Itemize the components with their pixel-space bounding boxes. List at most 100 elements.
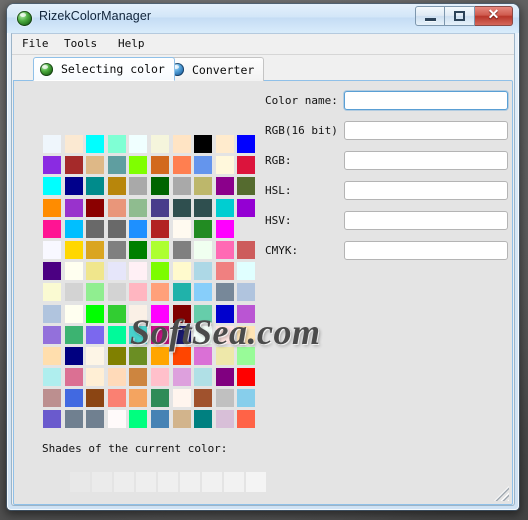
color-swatch[interactable] xyxy=(86,346,105,365)
color-swatch[interactable] xyxy=(107,368,126,387)
color-swatch[interactable] xyxy=(86,368,105,387)
color-swatch[interactable] xyxy=(107,410,126,429)
color-swatch[interactable] xyxy=(215,240,234,259)
color-swatch[interactable] xyxy=(237,346,256,365)
window-titlebar[interactable]: RizekColorManager ✕ xyxy=(7,4,519,33)
color-swatch[interactable] xyxy=(86,389,105,408)
color-swatch[interactable] xyxy=(129,156,148,175)
color-swatch[interactable] xyxy=(150,240,169,259)
color-swatch[interactable] xyxy=(107,346,126,365)
color-swatch[interactable] xyxy=(172,262,191,281)
color-swatch[interactable] xyxy=(215,410,234,429)
color-swatch[interactable] xyxy=(194,283,213,302)
color-swatch[interactable] xyxy=(150,283,169,302)
color-swatch[interactable] xyxy=(215,219,234,238)
color-swatch[interactable] xyxy=(107,304,126,323)
color-swatch[interactable] xyxy=(86,240,105,259)
color-swatch[interactable] xyxy=(215,368,234,387)
color-swatch[interactable] xyxy=(172,198,191,217)
color-swatch[interactable] xyxy=(215,177,234,196)
color-swatch[interactable] xyxy=(86,198,105,217)
color-swatch[interactable] xyxy=(150,346,169,365)
color-swatch[interactable] xyxy=(43,346,61,365)
menu-item-help[interactable]: Help xyxy=(113,36,150,52)
color-swatch[interactable] xyxy=(237,325,256,344)
tab-selecting-color[interactable]: Selecting color xyxy=(33,57,175,81)
color-swatch[interactable] xyxy=(194,262,213,281)
color-swatch[interactable] xyxy=(64,325,83,344)
color-swatch[interactable] xyxy=(43,283,61,302)
color-swatch[interactable] xyxy=(64,198,83,217)
color-swatch[interactable] xyxy=(107,325,126,344)
color-swatch[interactable] xyxy=(237,283,256,302)
color-swatch[interactable] xyxy=(129,346,148,365)
shade-swatch[interactable] xyxy=(202,472,222,492)
color-swatch[interactable] xyxy=(172,368,191,387)
color-swatch[interactable] xyxy=(129,135,148,153)
rgb16-input[interactable] xyxy=(344,121,508,140)
color-swatch[interactable] xyxy=(43,368,61,387)
color-swatch[interactable] xyxy=(64,219,83,238)
resize-grip[interactable] xyxy=(494,486,509,501)
color-swatch[interactable] xyxy=(172,283,191,302)
close-button[interactable]: ✕ xyxy=(475,6,513,26)
color-swatch[interactable] xyxy=(129,198,148,217)
color-swatch[interactable] xyxy=(215,198,234,217)
color-swatch[interactable] xyxy=(150,325,169,344)
color-swatch[interactable] xyxy=(43,240,61,259)
color-swatch[interactable] xyxy=(150,219,169,238)
color-swatch[interactable] xyxy=(237,304,256,323)
color-swatch[interactable] xyxy=(107,219,126,238)
color-swatch[interactable] xyxy=(129,219,148,238)
color-swatch[interactable] xyxy=(237,389,256,408)
rgb-input[interactable] xyxy=(344,151,508,170)
menu-item-file[interactable]: File xyxy=(17,36,54,52)
color-swatch[interactable] xyxy=(86,219,105,238)
color-swatch[interactable] xyxy=(150,304,169,323)
color-swatch[interactable] xyxy=(215,389,234,408)
menu-item-tools[interactable]: Tools xyxy=(59,36,102,52)
color-swatch[interactable] xyxy=(237,240,256,259)
color-swatch[interactable] xyxy=(172,219,191,238)
color-swatch[interactable] xyxy=(107,283,126,302)
color-swatch[interactable] xyxy=(172,156,191,175)
color-swatch[interactable] xyxy=(129,177,148,196)
color-swatch[interactable] xyxy=(64,177,83,196)
color-swatch[interactable] xyxy=(194,219,213,238)
maximize-button[interactable] xyxy=(445,6,475,26)
color-swatch[interactable] xyxy=(43,262,61,281)
shade-swatch[interactable] xyxy=(92,472,112,492)
shade-swatch[interactable] xyxy=(158,472,178,492)
color-swatch[interactable] xyxy=(64,262,83,281)
color-swatch[interactable] xyxy=(129,262,148,281)
color-swatch[interactable] xyxy=(86,325,105,344)
color-swatch[interactable] xyxy=(150,389,169,408)
shade-swatch[interactable] xyxy=(114,472,134,492)
color-swatch[interactable] xyxy=(172,135,191,153)
color-swatch[interactable] xyxy=(150,198,169,217)
color-swatch[interactable] xyxy=(215,283,234,302)
color-swatch[interactable] xyxy=(172,304,191,323)
color-swatch[interactable] xyxy=(64,156,83,175)
color-swatch[interactable] xyxy=(129,389,148,408)
color-swatch[interactable] xyxy=(150,177,169,196)
color-swatch[interactable] xyxy=(107,156,126,175)
color-swatch[interactable] xyxy=(43,410,61,429)
color-swatch[interactable] xyxy=(194,135,213,153)
color-swatch[interactable] xyxy=(64,389,83,408)
hsl-input[interactable] xyxy=(344,181,508,200)
color-swatch[interactable] xyxy=(86,262,105,281)
color-swatch[interactable] xyxy=(237,198,256,217)
color-swatch[interactable] xyxy=(86,410,105,429)
color-swatch[interactable] xyxy=(107,240,126,259)
color-swatch[interactable] xyxy=(194,389,213,408)
color-swatch[interactable] xyxy=(64,240,83,259)
shade-swatch[interactable] xyxy=(224,472,244,492)
color-swatch[interactable] xyxy=(43,325,61,344)
color-swatch[interactable] xyxy=(215,156,234,175)
color-swatch[interactable] xyxy=(172,325,191,344)
color-swatch[interactable] xyxy=(194,198,213,217)
color-swatch[interactable] xyxy=(43,198,61,217)
color-swatch[interactable] xyxy=(150,410,169,429)
color-swatch[interactable] xyxy=(237,135,256,153)
